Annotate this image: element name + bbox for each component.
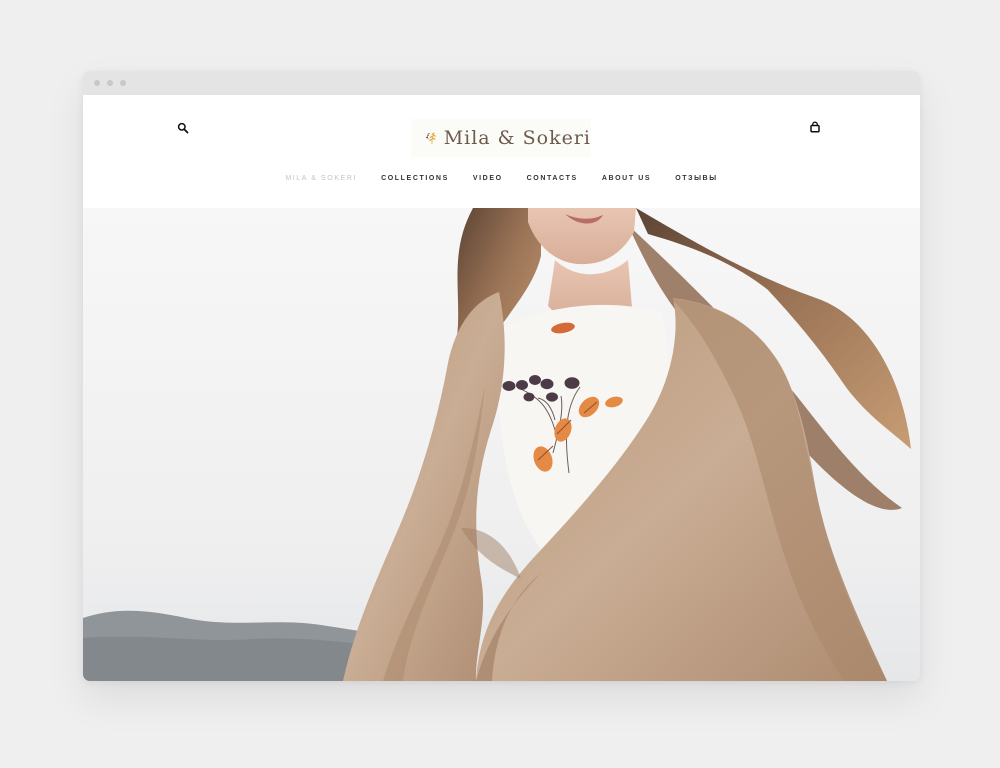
- window-maximize-dot[interactable]: [120, 80, 126, 86]
- window-close-dot[interactable]: [94, 80, 100, 86]
- nav-item-about-us[interactable]: ABOUT US: [602, 175, 651, 182]
- cart-button[interactable]: [809, 120, 821, 133]
- browser-titlebar: [83, 71, 920, 95]
- nav-item-contacts[interactable]: CONTACTS: [527, 175, 578, 182]
- nav-item-video[interactable]: VIDEO: [473, 175, 503, 182]
- shopping-bag-icon: [810, 121, 820, 133]
- wheat-sprig-icon: [426, 132, 436, 144]
- nav-item-mila-sokeri[interactable]: MILA & SOKERI: [285, 175, 357, 182]
- main-navigation: MILA & SOKERI COLLECTIONS VIDEO CONTACTS…: [83, 175, 920, 182]
- site-header: Mila & Sokeri MILA & SOKERI COLLECTIONS …: [83, 95, 920, 208]
- brand-name: Mila & Sokeri: [443, 127, 591, 149]
- nav-item-collections[interactable]: COLLECTIONS: [381, 175, 449, 182]
- window-minimize-dot[interactable]: [107, 80, 113, 86]
- nav-item-reviews[interactable]: ОТЗЫВЫ: [675, 175, 717, 182]
- hero-photo-illustration: [83, 208, 920, 681]
- hero-image: [83, 208, 920, 681]
- browser-window: Mila & Sokeri MILA & SOKERI COLLECTIONS …: [83, 71, 920, 681]
- search-icon: [177, 122, 189, 134]
- brand-logo[interactable]: Mila & Sokeri: [411, 119, 591, 157]
- search-button[interactable]: [177, 121, 189, 134]
